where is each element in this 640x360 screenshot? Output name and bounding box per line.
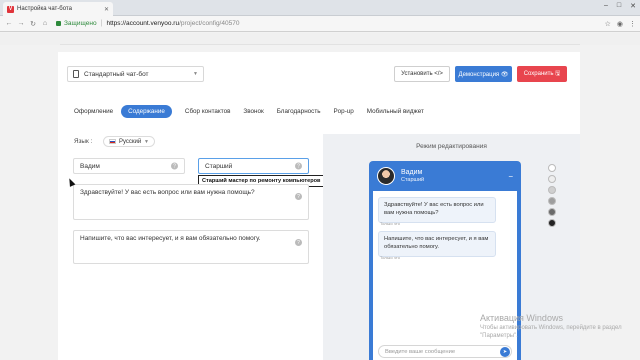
tab-mobile-widget[interactable]: Мобильный виджет — [367, 108, 424, 115]
help-icon[interactable]: ? — [295, 162, 302, 170]
color-swatch-5[interactable] — [548, 219, 556, 227]
color-swatch-3[interactable] — [548, 197, 556, 205]
star-icon[interactable]: ☆ — [605, 20, 611, 28]
forward-icon[interactable]: → — [16, 20, 26, 27]
preview-title: Режим редактирования — [416, 143, 487, 150]
send-icon[interactable]: ➤ — [500, 347, 510, 357]
agent-info: Вадим Старший — [401, 169, 424, 183]
bot-select[interactable]: Стандартный чат-бот ▼ — [67, 66, 204, 82]
tab-call[interactable]: Звонок — [243, 108, 263, 115]
settings-tabs: Оформление Содержание Сбор контактов Зво… — [74, 104, 437, 119]
chevron-down-icon: ▼ — [193, 71, 198, 77]
secure-label: Защищено — [64, 20, 97, 27]
tab-thanks[interactable]: Благодарность — [277, 108, 321, 115]
color-swatch-0[interactable] — [548, 164, 556, 172]
agent-name-value: Вадим — [80, 162, 100, 170]
bot-select-value: Стандартный чат-бот — [84, 70, 149, 78]
close-tab-icon[interactable]: ✕ — [104, 6, 109, 13]
widget-header: Вадим Старший − — [369, 161, 521, 191]
divider — [60, 44, 580, 45]
watermark-text: Чтобы активировать Windows, перейдите в … — [480, 325, 622, 339]
widget-agent-name: Вадим — [401, 169, 423, 176]
home-icon[interactable]: ⌂ — [40, 20, 50, 27]
tab-contacts[interactable]: Сбор контактов — [185, 108, 231, 115]
agent-role-field[interactable]: Старший ? — [198, 158, 309, 174]
address-bar: ← → ↻ ⌂ Защищено | https://account.venyo… — [0, 16, 640, 32]
document-icon — [73, 70, 79, 78]
maximize-window-icon[interactable]: □ — [617, 2, 621, 10]
lock-icon — [56, 21, 61, 26]
language-value: Русский — [119, 138, 142, 145]
greeting-textarea[interactable]: Здравствуйте! У вас есть вопрос или вам … — [73, 184, 309, 220]
tab-content[interactable]: Содержание — [121, 105, 172, 118]
chat-bubble: Здравствуйте! У вас есть вопрос или вам … — [378, 197, 496, 223]
tab-design[interactable]: Оформление — [74, 108, 113, 115]
install-button[interactable]: Установить </> — [394, 66, 450, 82]
help-icon[interactable]: ? — [295, 193, 302, 200]
url-host[interactable]: https://account.venyoo.ru — [106, 20, 179, 27]
language-select[interactable]: Русский ▼ — [103, 136, 155, 147]
watermark-title: Активация Windows — [480, 313, 563, 323]
color-swatch-2[interactable] — [548, 186, 556, 194]
minimize-widget-icon[interactable]: − — [508, 172, 513, 181]
extension-icon[interactable]: ◉ — [617, 20, 623, 28]
color-swatch-4[interactable] — [548, 208, 556, 216]
demo-button[interactable]: Демонстрация 👁 — [455, 66, 512, 82]
browser-actions: ☆ ◉ ⋮ — [605, 20, 636, 28]
reload-icon[interactable]: ↻ — [28, 20, 38, 28]
tab-popup[interactable]: Pop-up — [333, 108, 353, 115]
widget-agent-role: Старший — [401, 177, 425, 183]
avatar — [377, 167, 395, 185]
color-swatch-1[interactable] — [548, 175, 556, 183]
bubble-time: Только что — [380, 255, 400, 260]
browser-tabbar: V Настройка чат-бота ✕ – □ ✕ — [0, 0, 640, 16]
help-icon[interactable]: ? — [295, 239, 302, 246]
save-button[interactable]: Сохранить 🖫 — [517, 66, 567, 82]
back-icon[interactable]: ← — [4, 20, 14, 27]
language-label: Язык : — [74, 138, 93, 145]
chat-message-input[interactable]: Введите ваше сообщение ➤ — [378, 345, 512, 358]
agent-role-value: Старший — [205, 162, 233, 170]
url-separator: | — [100, 20, 103, 27]
russia-flag-icon — [109, 139, 116, 144]
windows-activation-watermark: Активация Windows Чтобы активировать Win… — [480, 313, 640, 341]
tab-title: Настройка чат-бота — [17, 6, 72, 12]
secure-indicator[interactable]: Защищено — [56, 20, 97, 27]
favicon-icon: V — [7, 5, 14, 13]
close-window-icon[interactable]: ✕ — [630, 2, 636, 10]
chat-bubble: Напишите, что вас интересует, и я вам об… — [378, 231, 496, 257]
agent-name-field[interactable]: Вадим ? — [73, 158, 185, 174]
url-path[interactable]: /project/config/40570 — [179, 20, 239, 27]
minimize-window-icon[interactable]: – — [604, 2, 608, 10]
help-icon[interactable]: ? — [171, 162, 178, 170]
message-value: Напишите, что вас интересует, и я вам об… — [80, 235, 261, 242]
message-textarea[interactable]: Напишите, что вас интересует, и я вам об… — [73, 230, 309, 264]
bubble-time: Только что — [380, 221, 400, 226]
window-controls: – □ ✕ — [604, 2, 636, 10]
chevron-down-icon: ▼ — [144, 138, 149, 145]
greeting-value: Здравствуйте! У вас есть вопрос или вам … — [80, 189, 255, 196]
menu-icon[interactable]: ⋮ — [629, 20, 636, 28]
chat-input-placeholder: Введите ваше сообщение — [385, 348, 456, 355]
color-swatches — [548, 164, 556, 227]
browser-tab[interactable]: V Настройка чат-бота ✕ — [3, 2, 113, 16]
